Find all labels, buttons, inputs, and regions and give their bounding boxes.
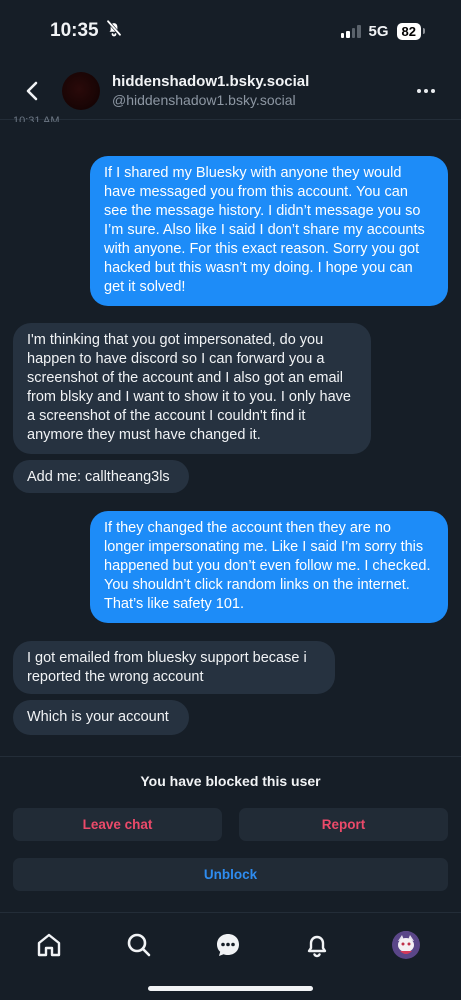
unblock-button[interactable]: Unblock — [13, 858, 448, 891]
chat-icon[interactable] — [212, 929, 244, 961]
chevron-left-icon — [26, 81, 38, 100]
silent-bell-icon — [105, 19, 123, 43]
display-name: hiddenshadow1.bsky.social — [112, 72, 310, 90]
signal-icon — [340, 24, 361, 38]
battery-icon: 82 — [396, 22, 426, 40]
back-button[interactable] — [20, 79, 44, 103]
avatar[interactable] — [62, 71, 100, 110]
message-bubble-outgoing: If they changed the account then they ar… — [90, 511, 448, 623]
bottom-tab-bar — [0, 912, 461, 1000]
report-button[interactable]: Report — [239, 808, 448, 841]
leave-chat-button[interactable]: Leave chat — [13, 808, 222, 841]
network-label: 5G — [368, 22, 389, 40]
bell-icon[interactable] — [301, 929, 333, 961]
message-bubble-incoming: I'm thinking that you got impersonated, … — [13, 323, 371, 454]
profile-tab[interactable] — [390, 929, 422, 961]
search-icon[interactable] — [123, 929, 155, 961]
blocked-panel: You have blocked this user Leave chat Re… — [0, 756, 461, 912]
status-right: 5G 82 — [340, 22, 426, 40]
blocked-notice: You have blocked this user — [140, 773, 321, 789]
message-bubble-outgoing: If I shared my Bluesky with anyone they … — [90, 156, 448, 306]
message-bubble-incoming: Add me: calltheang3ls — [13, 460, 189, 493]
chat-header: hiddenshadow1.bsky.social @hiddenshadow1… — [0, 62, 461, 120]
status-left: 10:35 — [50, 19, 123, 43]
message-bubble-incoming: Which is your account — [13, 700, 189, 735]
message-timestamp: 10:31 AM — [13, 115, 60, 122]
user-handle: @hiddenshadow1.bsky.social — [112, 91, 296, 108]
more-options-button[interactable] — [411, 79, 441, 103]
header-identity[interactable]: hiddenshadow1.bsky.social @hiddenshadow1… — [112, 73, 411, 109]
status-bar: 10:35 5G 82 — [0, 0, 461, 62]
home-indicator — [148, 986, 313, 991]
status-time: 10:35 — [50, 20, 99, 41]
home-icon[interactable] — [33, 929, 65, 961]
profile-avatar — [392, 931, 420, 959]
message-bubble-incoming: I got emailed from bluesky support becas… — [13, 641, 335, 694]
